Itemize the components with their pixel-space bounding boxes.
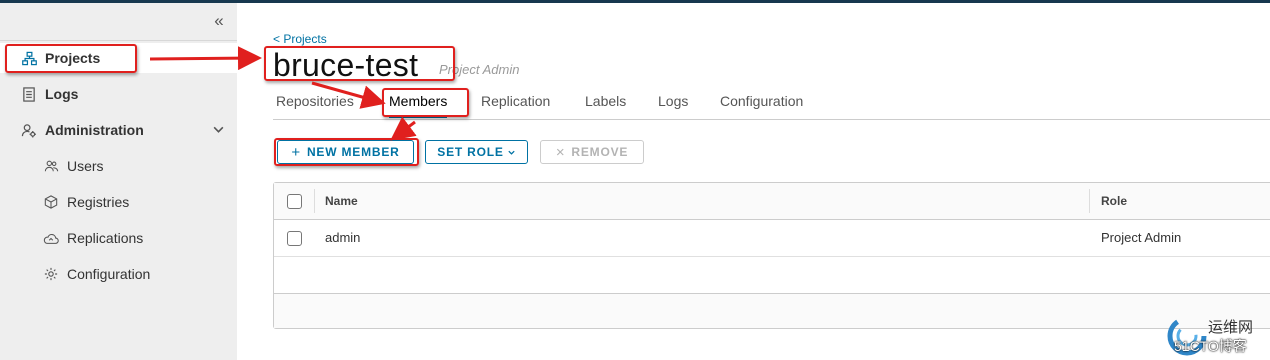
watermark: 运维网 51CTO博客: [1162, 314, 1270, 360]
arrow-to-members-tab: [311, 81, 386, 109]
watermark-line2: 51CTO博客: [1174, 338, 1247, 354]
watermark-line1: 运维网: [1208, 319, 1254, 336]
arrow-to-title: [149, 46, 262, 71]
arrow-to-new-member: [390, 116, 417, 141]
annotation-arrows: [149, 46, 417, 141]
